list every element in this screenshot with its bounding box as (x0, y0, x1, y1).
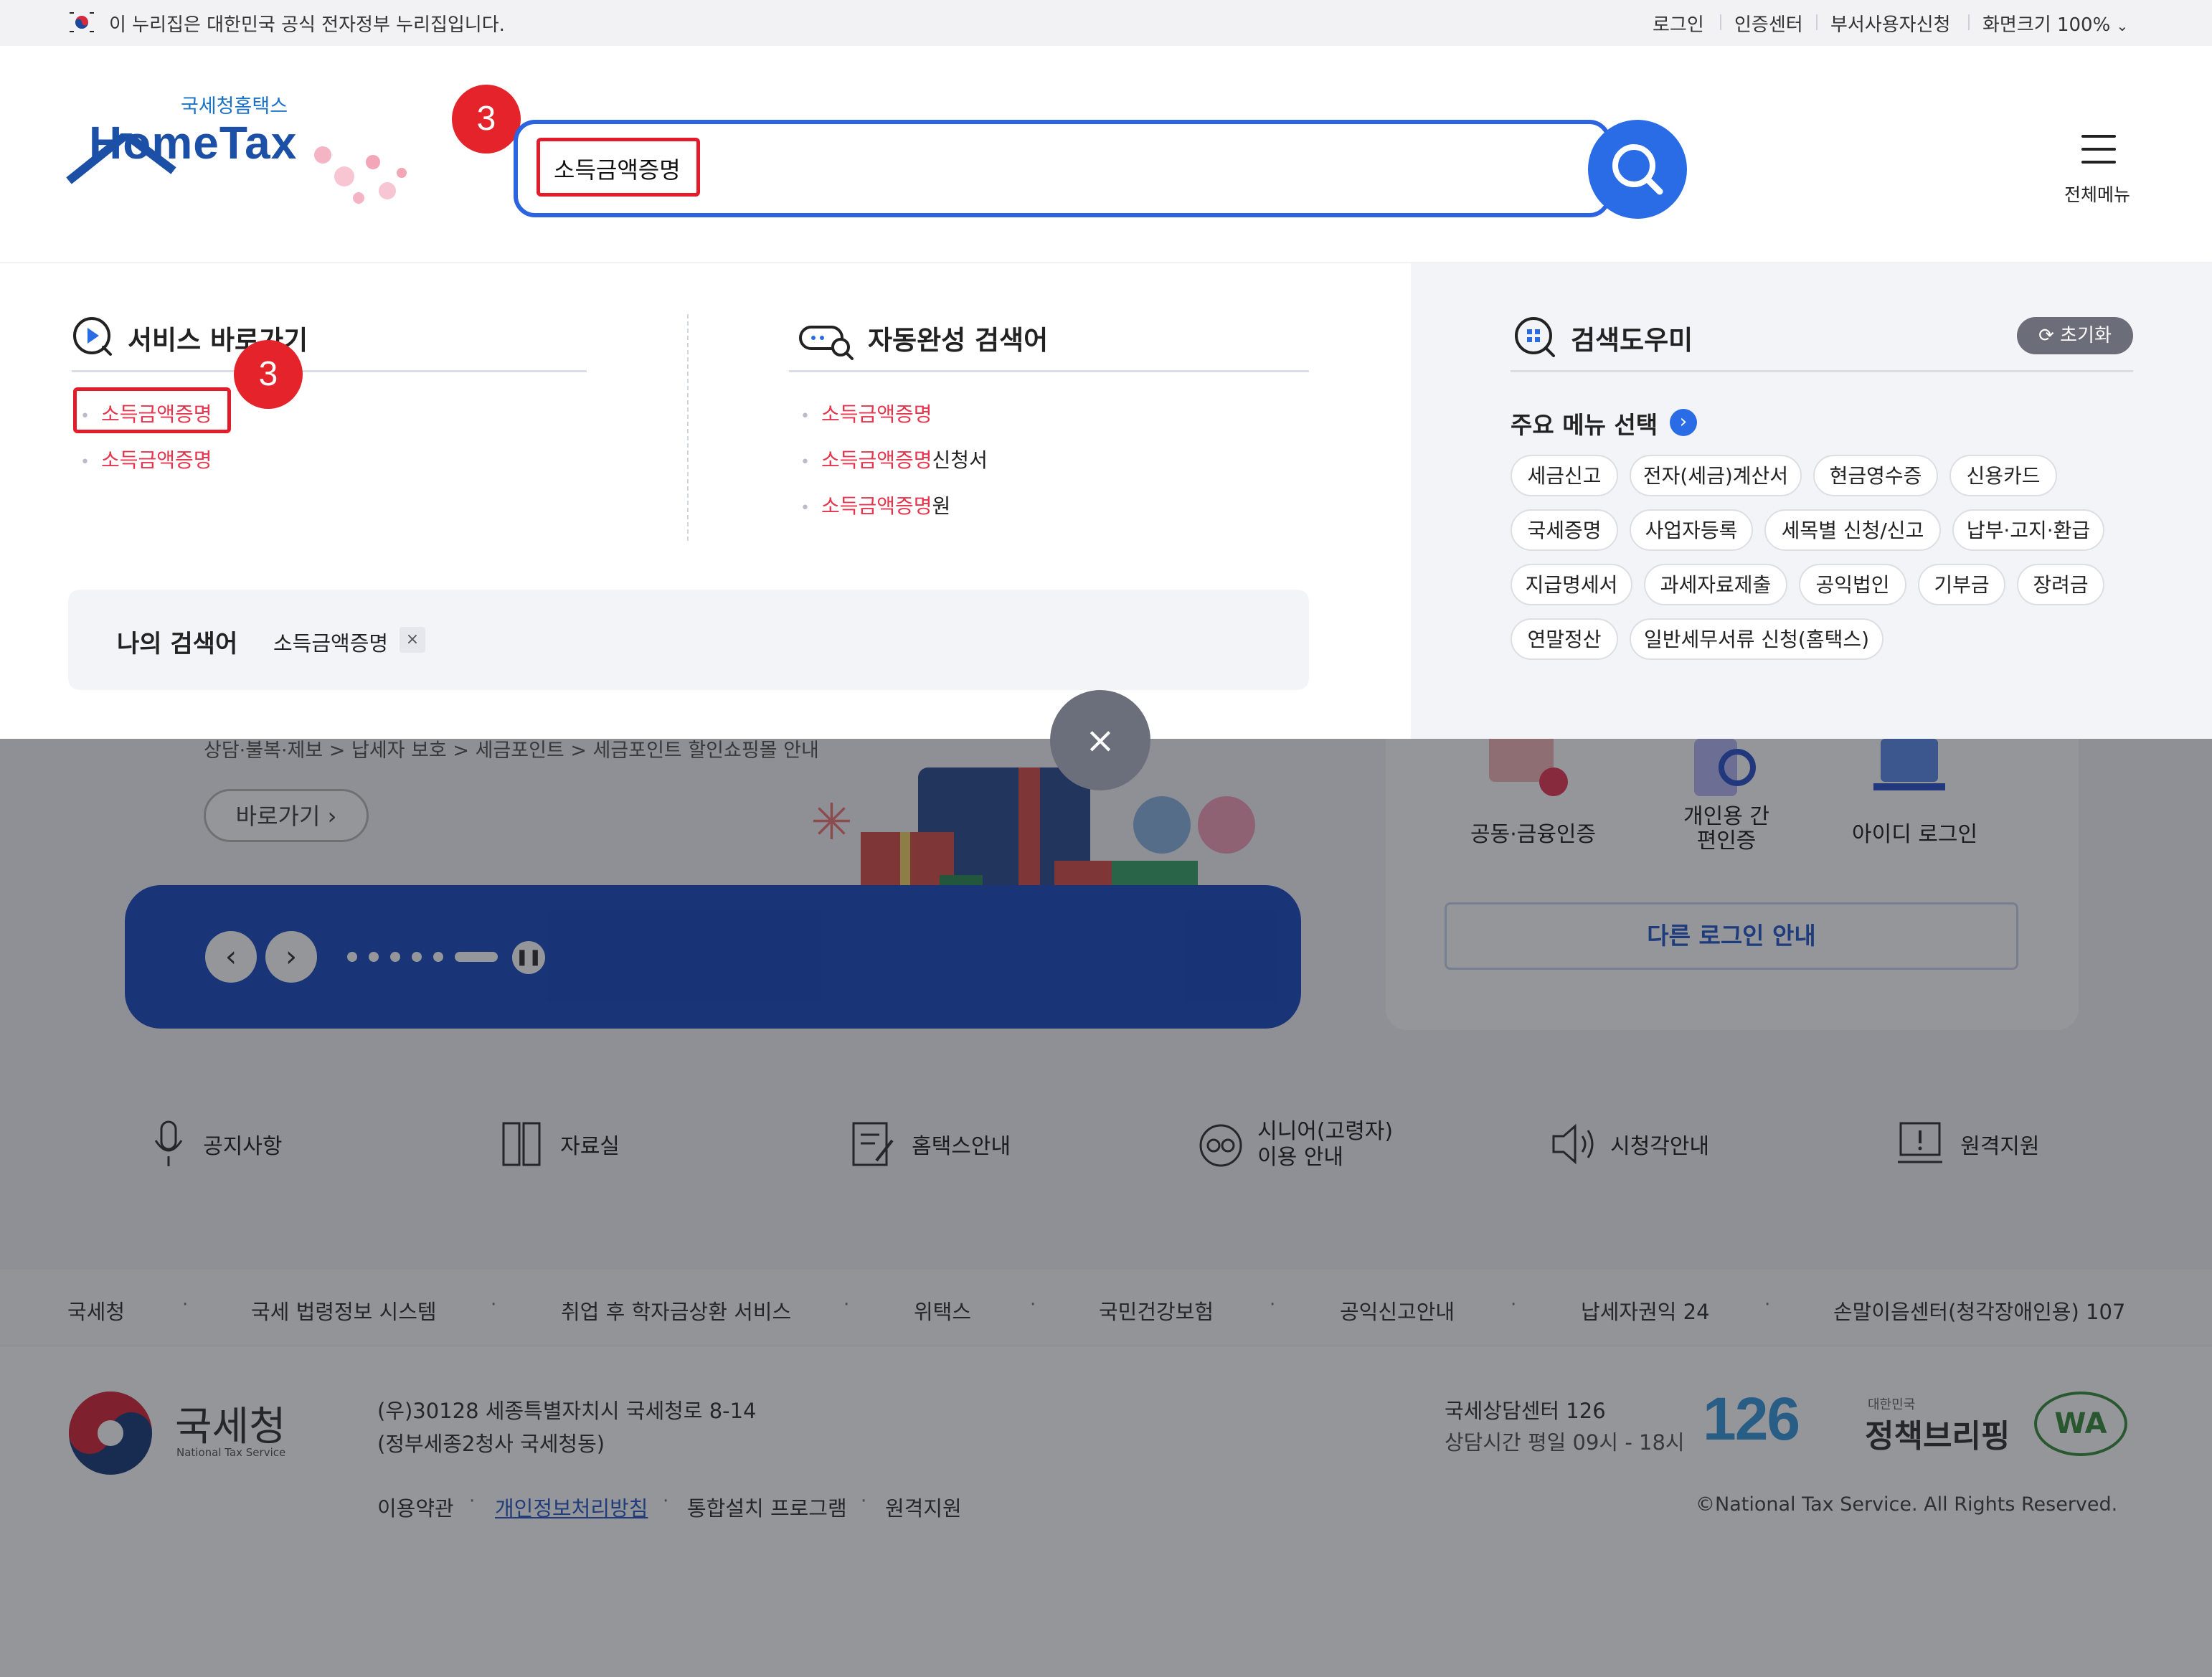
menu-chip[interactable]: 지급명세서 (1511, 564, 1632, 605)
hamburger-menu-icon[interactable] (2081, 135, 2116, 164)
search-helper-title: 검색도우미 (1571, 325, 1693, 356)
my-search-term[interactable]: 소득금액증명 (273, 627, 388, 657)
gov-notice[interactable]: 이 누리집은 대한민국 공식 전자정부 누리집입니다. (109, 10, 505, 37)
top-bar: 이 누리집은 대한민국 공식 전자정부 누리집입니다. 로그인 인증센터 부서사… (0, 0, 2212, 47)
dept-user-link[interactable]: 부서사용자신청 (1830, 10, 1950, 37)
close-button[interactable]: × (1050, 690, 1150, 790)
reset-button[interactable]: ⟳ 초기화 (2017, 317, 2133, 354)
menu-chip[interactable]: 세목별 신청/신고 (1764, 509, 1941, 551)
login-link[interactable]: 로그인 (1653, 10, 1704, 37)
menu-chip[interactable]: 기부금 (1918, 564, 2005, 605)
menu-chip[interactable]: 현금영수증 (1813, 455, 1938, 496)
all-menu-label[interactable]: 전체메뉴 (2064, 181, 2130, 207)
search-helper-icon (1515, 317, 1555, 357)
chevron-down-icon: ⌄ (2116, 17, 2129, 34)
chat-search-icon (799, 326, 854, 360)
autocomplete-item[interactable]: 소득금액증명 (800, 399, 932, 427)
menu-chip[interactable]: 연말정산 (1511, 618, 1618, 660)
main-menu-title: 주요 메뉴 선택 (1511, 411, 1658, 439)
divider (72, 370, 587, 372)
logo-subtitle: 국세청홈택스 (181, 95, 288, 118)
my-search-title: 나의 검색어 (117, 630, 238, 658)
menu-chip[interactable]: 세금신고 (1511, 455, 1618, 496)
service-shortcut-item[interactable]: 소득금액증명 (80, 445, 212, 473)
separator (1816, 14, 1818, 30)
korea-flag-icon (70, 12, 94, 32)
menu-chip[interactable]: 납부·고지·환급 (1952, 509, 2104, 551)
autocomplete-item[interactable]: 소득금액증명신청서 (800, 445, 988, 473)
divider (687, 314, 689, 541)
menu-chip[interactable]: 장려금 (2017, 564, 2104, 605)
menu-chip[interactable]: 국세증명 (1511, 509, 1618, 551)
menu-chip[interactable]: 일반세무서류 신청(홈택스) (1630, 618, 1883, 660)
autocomplete-item[interactable]: 소득금액증명원 (800, 491, 950, 519)
my-search-box: 나의 검색어 소득금액증명 × (68, 590, 1309, 690)
modal-overlay[interactable] (0, 739, 2212, 1677)
divider (1511, 370, 2133, 372)
search-icon (1612, 144, 1663, 195)
divider (789, 370, 1309, 372)
hometax-logo[interactable]: HomeTax (89, 116, 297, 169)
close-icon: × (1085, 719, 1115, 761)
cert-center-link[interactable]: 인증센터 (1734, 10, 1803, 37)
search-button[interactable] (1588, 120, 1687, 219)
separator (1720, 14, 1721, 30)
menu-chip[interactable]: 과세자료제출 (1644, 564, 1787, 605)
menu-chip[interactable]: 사업자등록 (1630, 509, 1753, 551)
menu-chip[interactable]: 공익법인 (1799, 564, 1906, 605)
blossom-decoration-icon (314, 146, 407, 204)
autocomplete-title: 자동완성 검색어 (868, 325, 1049, 356)
search-highlight-box (537, 138, 700, 197)
menu-chip[interactable]: 전자(세금)계산서 (1630, 455, 1802, 496)
refresh-icon: ⟳ (2038, 325, 2054, 346)
step-badge: 3 (452, 85, 521, 153)
remove-search-term-button[interactable]: × (400, 627, 425, 653)
service-highlight-box (73, 387, 231, 433)
screen-size-select[interactable]: 화면크기 100% ⌄ (1982, 10, 2128, 37)
chevron-right-icon[interactable]: › (1670, 409, 1697, 436)
menu-chip[interactable]: 신용카드 (1949, 455, 2057, 496)
step-badge: 3 (234, 340, 303, 409)
play-circle-icon (73, 317, 112, 356)
separator (1968, 14, 1970, 30)
